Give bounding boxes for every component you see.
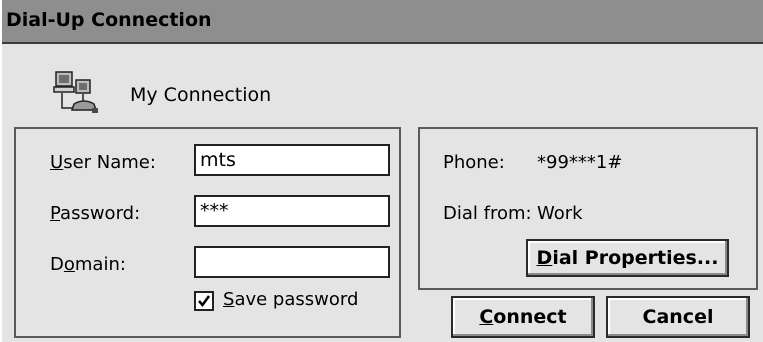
password-label: Password: [50,203,141,224]
window-title: Dial-Up Connection [6,9,212,31]
phone-value: *99***1# [537,152,623,173]
dial-from-value: Work [537,203,583,224]
cancel-button[interactable]: Cancel [606,296,750,338]
connection-name: My Connection [130,84,272,106]
dial-up-dialog: Dial-Up Connection My Connection User Na… [0,0,763,342]
network-connection-icon [52,68,102,116]
phone-label: Phone: [443,152,505,173]
domain-label: Domain: [50,254,126,275]
domain-input[interactable] [194,246,390,278]
checkmark-icon [198,295,211,308]
dial-from-label: Dial from: [443,203,532,224]
save-password-label[interactable]: Save password [223,289,358,310]
connect-button[interactable]: Connect [451,296,595,338]
username-input[interactable]: mts [194,144,390,176]
username-label: User Name: [50,152,156,173]
dial-properties-button[interactable]: Dial Properties... [526,239,729,277]
save-password-checkbox[interactable] [194,291,214,311]
password-input[interactable]: *** [194,195,390,227]
title-bar[interactable]: Dial-Up Connection [2,0,763,44]
